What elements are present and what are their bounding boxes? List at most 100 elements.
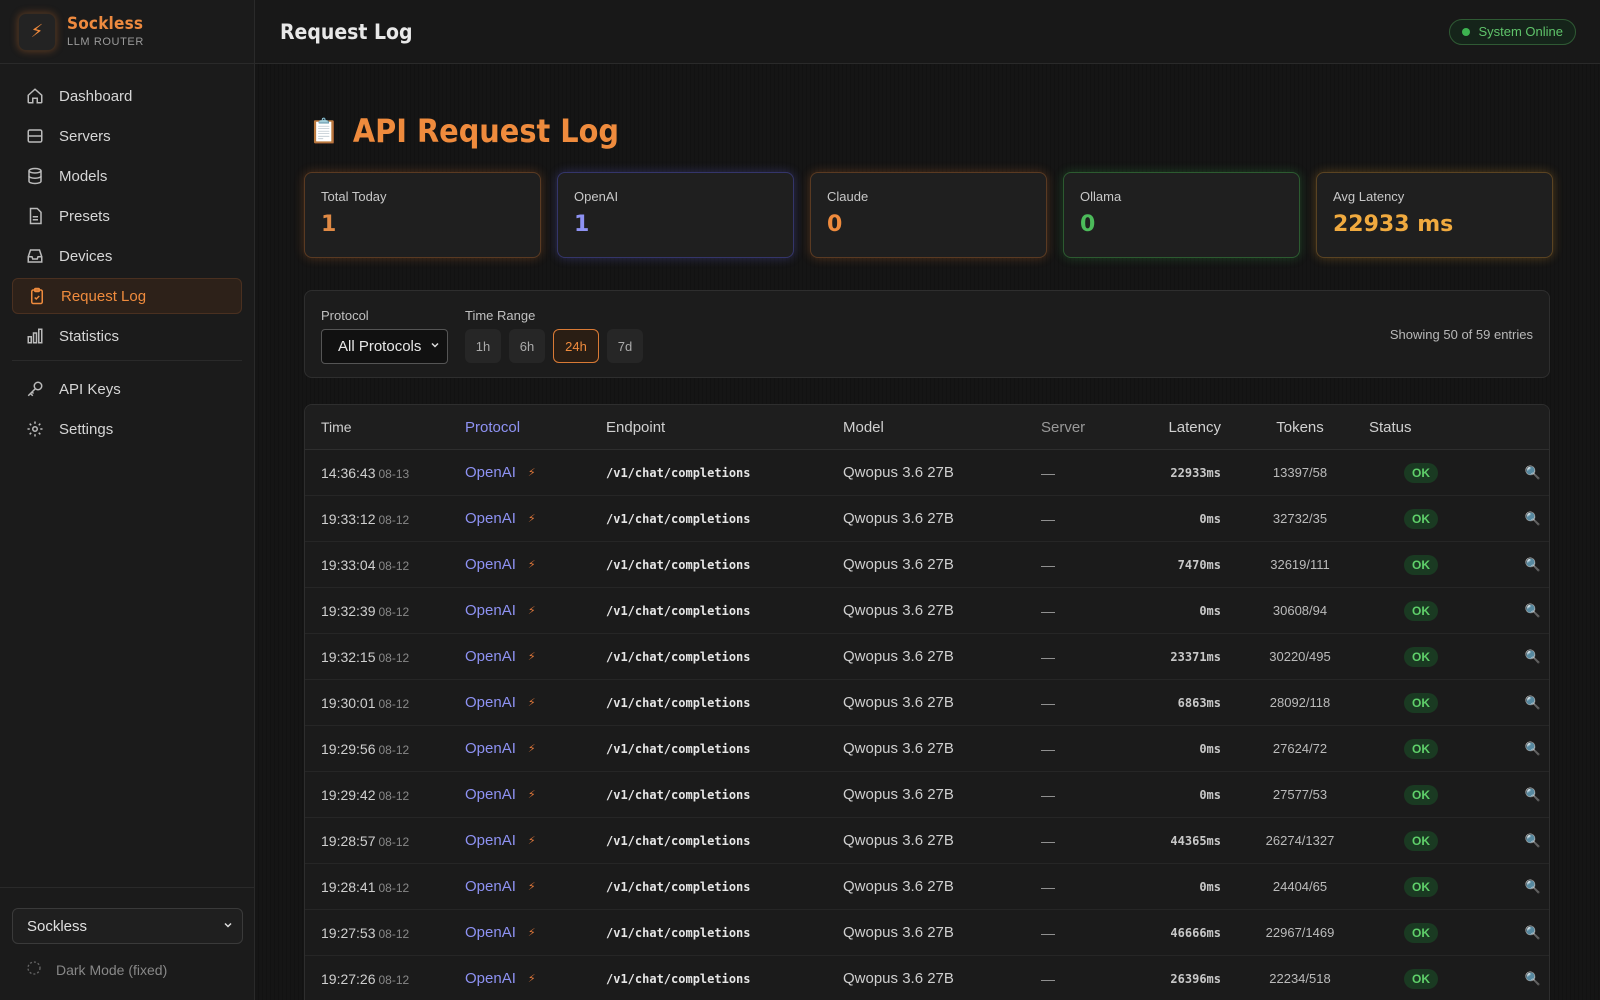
cell-server: —	[1041, 556, 1055, 573]
protocol-value: OpenAI	[465, 556, 516, 573]
table-row[interactable]: 19:33:04 08-12 OpenAI ⚡ /v1/chat/completio…	[305, 542, 1549, 588]
cell-protocol: OpenAI ⚡	[465, 510, 606, 527]
key-icon	[25, 379, 45, 399]
cell-status: OK	[1361, 600, 1481, 621]
col-model[interactable]: Model	[843, 419, 1039, 436]
bar-chart-icon	[25, 326, 45, 346]
sidebar-item-presets[interactable]: Presets	[12, 198, 242, 234]
time-range-label: Time Range	[465, 308, 536, 323]
table-row[interactable]: 19:29:42 08-12 OpenAI ⚡ /v1/chat/completio…	[305, 772, 1549, 818]
table-row[interactable]: 19:32:15 08-12 OpenAI ⚡ /v1/chat/completio…	[305, 634, 1549, 680]
cell-time: 19:32:39 08-12	[305, 603, 465, 619]
col-endpoint[interactable]: Endpoint	[606, 419, 843, 436]
cell-action: 🔍	[1481, 695, 1541, 711]
search-icon[interactable]: 🔍	[1525, 511, 1541, 526]
table-row[interactable]: 19:32:39 08-12 OpenAI ⚡ /v1/chat/completio…	[305, 588, 1549, 634]
table-row[interactable]: 19:33:12 08-12 OpenAI ⚡ /v1/chat/completio…	[305, 496, 1549, 542]
search-icon[interactable]: 🔍	[1525, 833, 1541, 848]
sidebar-item-api-keys[interactable]: API Keys	[12, 371, 242, 407]
cell-action: 🔍	[1481, 603, 1541, 619]
cell-latency: 0ms	[1199, 603, 1221, 618]
sidebar-item-request-log[interactable]: Request Log	[12, 278, 242, 314]
status-badge: OK	[1404, 554, 1438, 575]
date-value: 08-12	[378, 880, 410, 895]
col-time[interactable]: Time	[305, 419, 465, 435]
sidebar-item-label: Presets	[59, 207, 110, 225]
search-icon[interactable]: 🔍	[1525, 603, 1541, 618]
cell-status: OK	[1361, 738, 1481, 759]
entries-count: Showing 50 of 59 entries	[1389, 327, 1533, 342]
sidebar-item-settings[interactable]: Settings	[12, 411, 242, 447]
protocol-select[interactable]: All Protocols	[321, 329, 448, 364]
sidebar-item-models[interactable]: Models	[12, 158, 242, 194]
protocol-label: Protocol	[321, 308, 369, 323]
sidebar-item-dashboard[interactable]: Dashboard	[12, 78, 242, 114]
search-icon[interactable]: 🔍	[1525, 557, 1541, 572]
sidebar-item-servers[interactable]: Servers	[12, 118, 242, 154]
chevron-down-icon	[429, 338, 441, 355]
cell-status: OK	[1361, 968, 1481, 989]
search-icon[interactable]: 🔍	[1525, 649, 1541, 664]
dark-mode-toggle[interactable]: Dark Mode (fixed)	[12, 960, 242, 979]
col-tokens[interactable]: Tokens	[1221, 419, 1361, 436]
cell-server: —	[1041, 832, 1055, 849]
table-row[interactable]: 14:36:43 08-13 OpenAI ⚡ /v1/chat/completio…	[305, 450, 1549, 496]
table-row[interactable]: 19:28:41 08-12 OpenAI ⚡ /v1/chat/completio…	[305, 864, 1549, 910]
date-value: 08-12	[378, 696, 410, 711]
nav-divider	[12, 360, 242, 361]
lightning-icon: ⚡	[527, 927, 536, 939]
table-row[interactable]: 19:27:53 08-12 OpenAI ⚡ /v1/chat/completio…	[305, 910, 1549, 956]
cell-server: —	[1041, 510, 1055, 527]
card-label: Ollama	[1080, 189, 1122, 204]
sidebar-item-devices[interactable]: Devices	[12, 238, 242, 274]
cell-tokens: 24404/65	[1272, 879, 1328, 894]
server-select[interactable]: Sockless	[12, 908, 243, 944]
cell-action: 🔍	[1481, 971, 1541, 987]
search-icon[interactable]: 🔍	[1525, 971, 1541, 986]
col-protocol[interactable]: Protocol	[465, 419, 606, 436]
card-total-today: Total Today 1	[304, 172, 541, 258]
server-icon	[25, 126, 45, 146]
table-row[interactable]: 19:30:01 08-12 OpenAI ⚡ /v1/chat/completio…	[305, 680, 1549, 726]
range-7d-button[interactable]: 7d	[607, 329, 643, 363]
search-icon[interactable]: 🔍	[1525, 925, 1541, 940]
range-1h-button[interactable]: 1h	[465, 329, 501, 363]
range-24h-button[interactable]: 24h	[553, 329, 599, 363]
col-latency[interactable]: Latency	[1139, 419, 1221, 436]
cell-time: 19:27:26 08-12	[305, 971, 465, 987]
protocol-value: OpenAI	[465, 602, 516, 619]
cell-time: 19:28:57 08-12	[305, 833, 465, 849]
search-icon[interactable]: 🔍	[1525, 787, 1541, 802]
brand[interactable]: ⚡ Sockless LLM ROUTER	[0, 0, 254, 64]
search-icon[interactable]: 🔍	[1525, 741, 1541, 756]
cell-tokens: 32619/111	[1270, 557, 1330, 572]
cell-tokens: 22234/518	[1269, 971, 1331, 986]
cell-action: 🔍	[1481, 649, 1541, 665]
range-6h-button[interactable]: 6h	[509, 329, 545, 363]
sidebar-item-statistics[interactable]: Statistics	[12, 318, 242, 354]
search-icon[interactable]: 🔍	[1525, 879, 1541, 894]
lightning-icon: ⚡	[527, 881, 536, 893]
gear-icon	[25, 419, 45, 439]
cell-protocol: OpenAI ⚡	[465, 878, 606, 895]
cell-action: 🔍	[1481, 833, 1541, 849]
cell-model: Qwopus 3.6 27B	[843, 970, 954, 987]
time-value: 19:28:57	[321, 832, 376, 849]
col-status[interactable]: Status	[1361, 419, 1481, 436]
inbox-icon	[25, 246, 45, 266]
home-icon	[25, 86, 45, 106]
search-icon[interactable]: 🔍	[1525, 695, 1541, 710]
cell-latency: 23371ms	[1170, 649, 1221, 664]
cell-tokens: 26274/1327	[1265, 833, 1335, 848]
cell-endpoint: /v1/chat/completions	[606, 465, 751, 480]
col-server[interactable]: Server	[1039, 419, 1139, 436]
table-row[interactable]: 19:28:57 08-12 OpenAI ⚡ /v1/chat/completio…	[305, 818, 1549, 864]
table-row[interactable]: 19:27:26 08-12 OpenAI ⚡ /v1/chat/completio…	[305, 956, 1549, 1000]
search-icon[interactable]: 🔍	[1525, 465, 1541, 480]
cell-model: Qwopus 3.6 27B	[843, 694, 954, 711]
cell-model: Qwopus 3.6 27B	[843, 924, 954, 941]
card-avg-latency: Avg Latency 22933 ms	[1316, 172, 1553, 258]
table-row[interactable]: 19:29:56 08-12 OpenAI ⚡ /v1/chat/completio…	[305, 726, 1549, 772]
sidebar-nav: Dashboard Servers Models Presets Devices…	[0, 64, 254, 447]
cell-protocol: OpenAI ⚡	[465, 556, 606, 573]
